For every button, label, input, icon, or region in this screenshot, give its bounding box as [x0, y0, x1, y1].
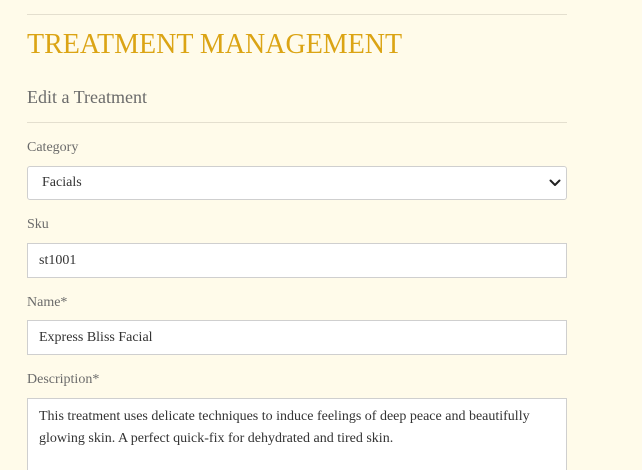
page-title: TREATMENT MANAGEMENT: [27, 29, 403, 60]
category-select[interactable]: Facials: [27, 166, 567, 200]
name-input[interactable]: [27, 320, 567, 355]
chevron-down-icon: [544, 167, 566, 199]
sku-label: Sku: [27, 217, 49, 232]
top-divider: [27, 14, 567, 15]
sku-input[interactable]: [27, 243, 567, 278]
page-subtitle: Edit a Treatment: [27, 87, 147, 107]
category-label: Category: [27, 140, 79, 155]
name-label: Name*: [27, 295, 68, 310]
description-label: Description*: [27, 372, 100, 387]
treatment-edit-page: TREATMENT MANAGEMENT Edit a Treatment Ca…: [0, 0, 642, 470]
subtitle-divider: [27, 122, 567, 123]
category-selected-value: Facials: [42, 175, 82, 190]
description-textarea[interactable]: This treatment uses delicate techniques …: [27, 398, 567, 470]
